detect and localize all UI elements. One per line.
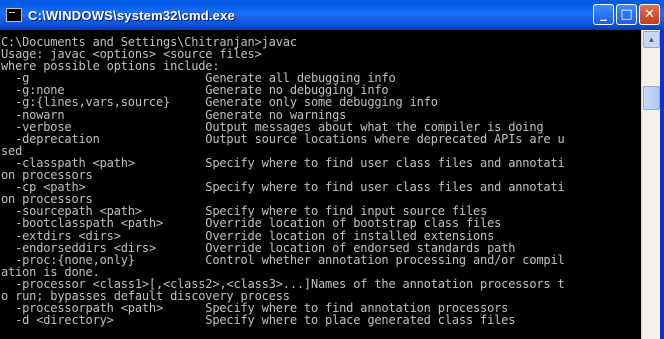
vertical-scrollbar[interactable]: ▲ <box>641 30 660 339</box>
scroll-up-icon[interactable]: ▲ <box>643 31 660 48</box>
console-line: -classpath <path> Specify where to find … <box>1 155 565 170</box>
console-line: -g:{lines,vars,source} Generate only som… <box>1 95 438 110</box>
console-line: -endorseddirs <dirs> Override location o… <box>1 240 516 255</box>
maximize-button[interactable]: □ <box>616 4 637 25</box>
console-window: C:\WINDOWS\system32\cmd.exe _ □ ✕ C:\Doc… <box>0 0 664 339</box>
title-bar[interactable]: C:\WINDOWS\system32\cmd.exe _ □ ✕ <box>0 0 664 30</box>
console-line: -bootclasspath <path> Override location … <box>1 216 502 231</box>
scrollbar-thumb[interactable] <box>643 86 660 110</box>
window-controls: _ □ ✕ <box>593 4 660 25</box>
console-output[interactable]: C:\Documents and Settings\Chitranjan>jav… <box>0 30 641 339</box>
cmd-icon[interactable] <box>6 8 22 22</box>
console-line: -verbose Output messages about what the … <box>1 119 544 134</box>
minimize-button[interactable]: _ <box>593 4 614 25</box>
console-line: -cp <path> Specify where to find user cl… <box>1 180 565 195</box>
console-line: -extdirs <dirs> Override location of ins… <box>1 228 495 243</box>
window-frame <box>660 30 664 339</box>
window-title: C:\WINDOWS\system32\cmd.exe <box>28 7 235 23</box>
console-line: -nowarn Generate no warnings <box>1 107 347 122</box>
close-button[interactable]: ✕ <box>639 4 660 25</box>
console-line: -deprecation Output source locations whe… <box>1 131 565 146</box>
console-line: -d <directory> Specify where to place ge… <box>1 313 516 328</box>
console-line: -proc:{none,only} Control whether annota… <box>1 252 565 267</box>
